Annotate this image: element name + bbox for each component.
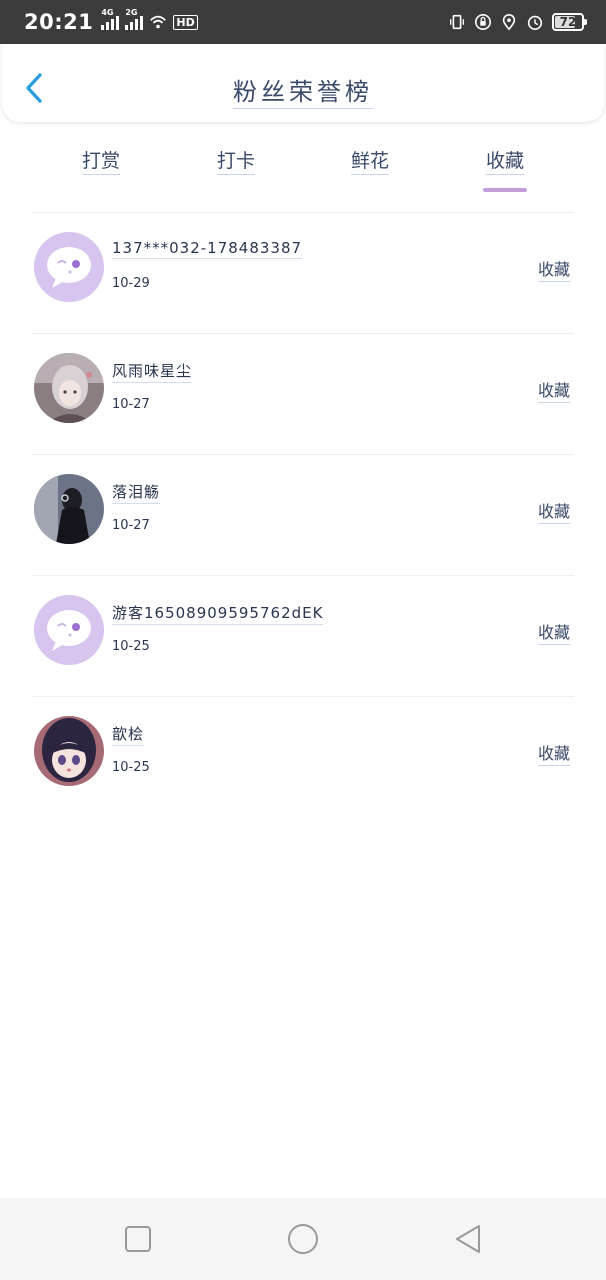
battery-icon: 72: [552, 13, 587, 31]
active-tab-indicator: [483, 188, 527, 192]
fan-name: 游客16508909595762dEK: [112, 602, 324, 625]
vibrate-icon: [450, 14, 464, 30]
tab-checkin[interactable]: 打卡: [191, 146, 281, 192]
page-title: 粉丝荣誉榜: [2, 72, 604, 109]
home-icon[interactable]: [286, 1222, 320, 1256]
status-time: 20:21: [24, 10, 94, 34]
location-icon: [502, 14, 516, 31]
wifi-icon: [150, 15, 167, 29]
tab-flowers[interactable]: 鲜花: [325, 146, 415, 192]
fan-date: 10-25: [112, 760, 150, 775]
favorite-label: 收藏: [537, 377, 570, 403]
recent-apps-icon[interactable]: [121, 1222, 155, 1256]
user-avatar: [34, 716, 104, 786]
lock-icon: [474, 13, 492, 31]
favorite-label: 收藏: [537, 498, 570, 524]
alarm-icon: [527, 15, 543, 31]
fan-date: 10-25: [112, 639, 150, 654]
fan-name: 落泪觞: [112, 481, 161, 504]
tab-favorites[interactable]: 收藏: [460, 146, 550, 192]
fan-name: 137***032-178483387: [112, 239, 303, 259]
cell-signal-icon-2: 2G: [125, 8, 144, 30]
user-avatar: [34, 474, 104, 544]
fan-name: 歆桧: [112, 723, 145, 746]
cell-signal-icon: 4G: [101, 8, 120, 30]
favorite-label: 收藏: [537, 740, 570, 766]
default-avatar-icon: [34, 595, 104, 665]
fan-list: 137***032-178483387 10-29 收藏 风雨味星尘 10-27…: [32, 212, 574, 817]
fan-name: 风雨味星尘: [112, 360, 193, 383]
back-icon[interactable]: [452, 1222, 486, 1256]
fan-date: 10-29: [112, 276, 150, 291]
list-item[interactable]: 歆桧 10-25 收藏: [32, 696, 574, 817]
header-bar: 粉丝荣誉榜: [2, 44, 604, 122]
fan-date: 10-27: [112, 397, 150, 412]
list-item[interactable]: 游客16508909595762dEK 10-25 收藏: [32, 575, 574, 696]
tab-bar: 打赏 打卡 鲜花 收藏: [0, 140, 606, 196]
default-avatar-icon: [34, 232, 104, 302]
fan-date: 10-27: [112, 518, 150, 533]
status-bar: 20:21 4G 2G HD 72: [0, 0, 606, 44]
favorite-label: 收藏: [537, 619, 570, 645]
list-item[interactable]: 风雨味星尘 10-27 收藏: [32, 333, 574, 454]
hd-icon: HD: [173, 14, 198, 30]
tab-reward[interactable]: 打赏: [56, 146, 146, 192]
favorite-label: 收藏: [537, 256, 570, 282]
system-nav-bar: [0, 1198, 606, 1280]
list-item[interactable]: 落泪觞 10-27 收藏: [32, 454, 574, 575]
list-item[interactable]: 137***032-178483387 10-29 收藏: [32, 212, 574, 333]
user-avatar: [34, 353, 104, 423]
